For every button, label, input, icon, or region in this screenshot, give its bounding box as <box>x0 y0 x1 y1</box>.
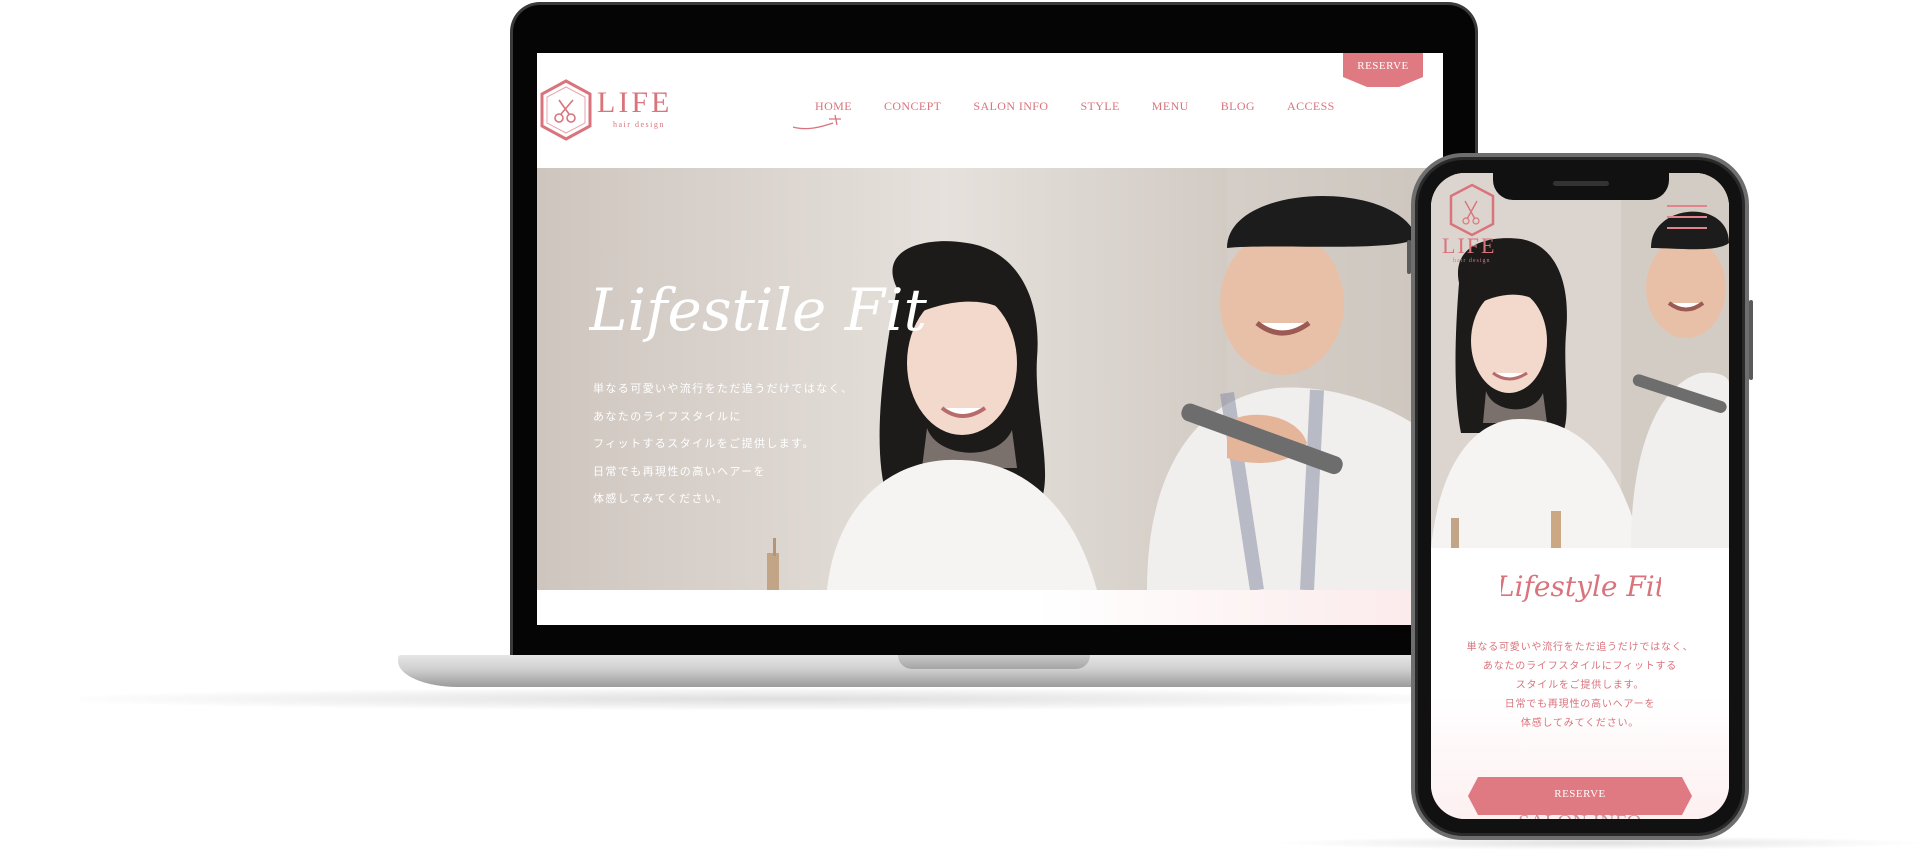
scissors-hex-logo-icon <box>540 79 592 141</box>
reserve-label: RESERVE <box>1357 60 1409 72</box>
mobile-site: LIFE hair design Lifestyle Fit 単なる可愛いや流行… <box>1431 173 1729 819</box>
main-nav: HOME CONCEPT SALON INFO STYLE MENU BLOG … <box>799 99 1351 114</box>
menu-line <box>1667 227 1707 229</box>
hero-image: Lifestile Fit 単なる可愛いや流行をただ追うだけではなく、 あなたの… <box>537 168 1443 590</box>
mobile-hero-image: LIFE hair design <box>1431 173 1729 548</box>
logo-brand: LIFE <box>597 86 673 119</box>
mobile-line-5: 体感してみてください。 <box>1520 718 1640 729</box>
svg-text:Lifestile Fit: Lifestile Fit <box>589 276 928 344</box>
nav-salon-info[interactable]: SALON INFO <box>957 99 1064 114</box>
reserve-button[interactable]: RESERVE <box>1343 53 1423 87</box>
nav-access[interactable]: ACCESS <box>1271 99 1351 114</box>
hero-line-4: 日常でも再現性の高いヘアーを <box>593 464 766 478</box>
active-nav-underline-icon <box>792 115 841 130</box>
mobile-line-3: スタイルをご提供します。 <box>1515 680 1645 691</box>
phone-speaker <box>1553 181 1609 186</box>
hero-line-5: 体感してみてください。 <box>593 492 729 505</box>
mobile-reserve-button[interactable]: RESERVE <box>1468 777 1692 815</box>
hero-line-1: 単なる可愛いや流行をただ追うだけではなく、 <box>593 382 854 395</box>
site-logo[interactable]: LIFE hair design <box>537 78 677 142</box>
mobile-logo-subtitle: hair design <box>1453 258 1491 264</box>
mobile-section-heading: SALON INFO <box>1431 811 1729 819</box>
hero-line-2: あなたのライフスタイルに <box>593 409 742 423</box>
laptop-trackpad-notch <box>898 655 1090 669</box>
nav-concept[interactable]: CONCEPT <box>868 99 957 114</box>
mobile-intro: Lifestyle Fit 単なる可愛いや流行をただ追うだけではなく、 あなたの… <box>1431 548 1729 819</box>
logo-subtitle: hair design <box>613 120 665 129</box>
laptop-shadow <box>80 688 1480 710</box>
nav-blog[interactable]: BLOG <box>1205 99 1271 114</box>
mobile-reserve-label: RESERVE <box>1554 788 1606 800</box>
nav-style[interactable]: STYLE <box>1064 99 1135 114</box>
phone-volume-button <box>1749 300 1753 380</box>
svg-text:Lifestyle Fit: Lifestyle Fit <box>1501 570 1661 603</box>
mobile-line-1: 単なる可愛いや流行をただ追うだけではなく、 <box>1466 642 1694 653</box>
hero-copy: 単なる可愛いや流行をただ追うだけではなく、 あなたのライフスタイルに フィットす… <box>593 375 853 513</box>
hero-bottom-band <box>537 590 1443 625</box>
mobile-copy: 単なる可愛いや流行をただ追うだけではなく、 あなたのライフスタイルにフィットする… <box>1431 638 1729 733</box>
hero-line-3: フィットするスタイルをご提供します。 <box>593 437 815 450</box>
menu-line <box>1667 205 1707 207</box>
hero-title: Lifestile Fit <box>589 276 928 344</box>
menu-hamburger-icon[interactable] <box>1667 205 1707 237</box>
nav-home[interactable]: HOME <box>799 99 868 114</box>
mobile-line-2: あなたのライフスタイルにフィットする <box>1482 661 1678 672</box>
mobile-logo-brand: LIFE <box>1442 233 1497 258</box>
menu-line <box>1667 216 1707 218</box>
desktop-site: LIFE hair design HOME CONCEPT SALON INFO… <box>537 53 1443 625</box>
mobile-line-4: 日常でも再現性の高いヘアーを <box>1504 699 1656 710</box>
nav-menu[interactable]: MENU <box>1136 99 1205 114</box>
mobile-title: Lifestyle Fit <box>1501 570 1661 603</box>
